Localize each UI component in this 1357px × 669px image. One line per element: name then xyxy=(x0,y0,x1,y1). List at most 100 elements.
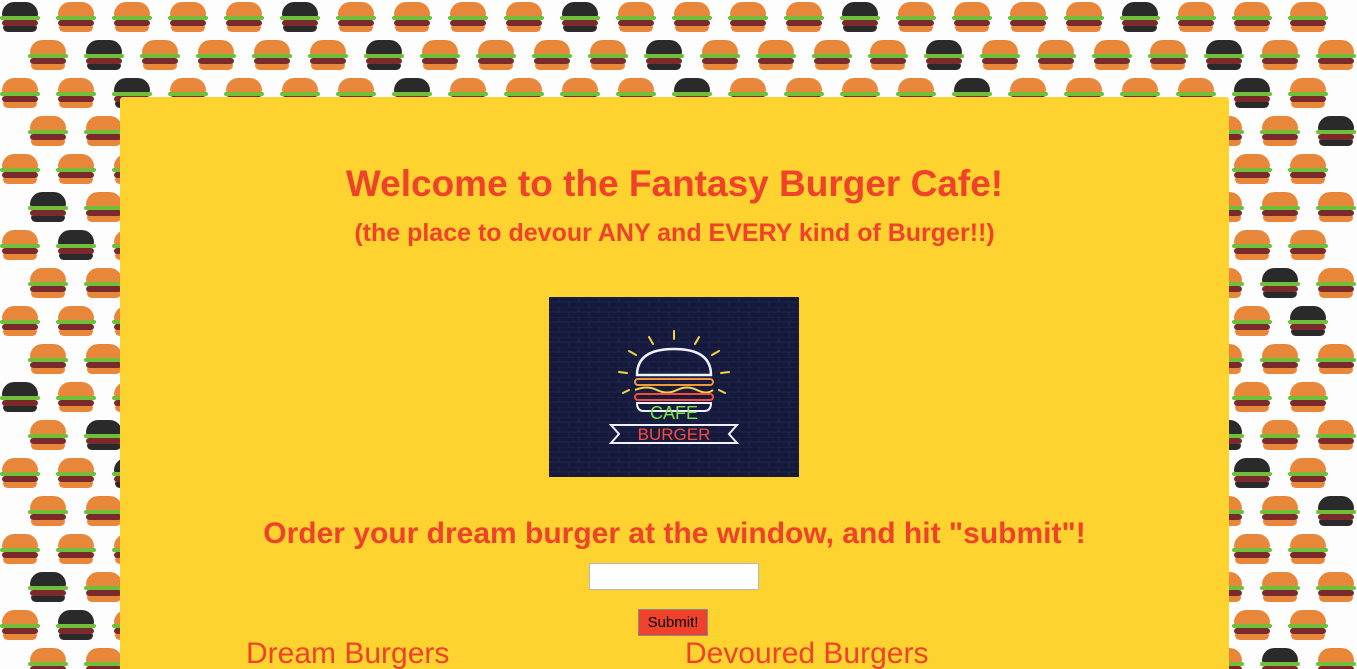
background-burger-icon xyxy=(280,2,320,32)
background-burger-icon xyxy=(1232,78,1272,108)
background-burger-icon xyxy=(308,40,348,70)
background-burger-icon xyxy=(1260,268,1300,298)
neon-sign-graphic: CAFE BURGER xyxy=(549,297,799,477)
page-title: Welcome to the Fantasy Burger Cafe! xyxy=(345,163,1004,204)
background-burger-icon xyxy=(1260,420,1300,450)
background-burger-icon xyxy=(1288,78,1328,108)
background-burger-icon xyxy=(56,306,96,336)
background-burger-icon xyxy=(0,534,40,564)
background-burger-icon xyxy=(28,648,68,669)
background-burger-icon xyxy=(896,2,936,32)
background-burger-icon xyxy=(0,306,40,336)
background-burger-icon xyxy=(1232,382,1272,412)
background-burger-icon xyxy=(1316,116,1356,146)
background-burger-icon xyxy=(84,116,124,146)
background-burger-icon xyxy=(1288,2,1328,32)
background-burger-icon xyxy=(1260,40,1300,70)
background-burger-icon xyxy=(1316,268,1356,298)
background-burger-icon xyxy=(56,458,96,488)
background-burger-icon xyxy=(0,78,40,108)
burger-name-input[interactable] xyxy=(589,563,759,590)
background-burger-icon xyxy=(28,572,68,602)
background-burger-icon xyxy=(84,572,124,602)
background-burger-icon xyxy=(1232,154,1272,184)
background-burger-icon xyxy=(28,496,68,526)
background-burger-icon xyxy=(84,192,124,222)
background-burger-icon xyxy=(868,40,908,70)
background-burger-icon xyxy=(1316,192,1356,222)
background-burger-icon xyxy=(728,2,768,32)
background-burger-icon xyxy=(1232,2,1272,32)
background-burger-icon xyxy=(0,2,40,32)
background-burger-icon xyxy=(1232,458,1272,488)
background-burger-icon xyxy=(1260,116,1300,146)
background-burger-icon xyxy=(1260,344,1300,374)
order-prompt: Order your dream burger at the window, a… xyxy=(263,517,1086,550)
background-burger-icon xyxy=(28,268,68,298)
background-burger-icon xyxy=(56,2,96,32)
background-burger-icon xyxy=(588,40,628,70)
background-burger-icon xyxy=(1036,40,1076,70)
logo-burger-text: BURGER xyxy=(638,425,711,444)
main-panel: Welcome to the Fantasy Burger Cafe! (the… xyxy=(120,97,1229,669)
background-burger-icon xyxy=(140,40,180,70)
background-burger-icon xyxy=(1260,192,1300,222)
background-burger-icon xyxy=(1148,40,1188,70)
background-burger-icon xyxy=(84,344,124,374)
background-burger-icon xyxy=(1232,230,1272,260)
background-burger-icon xyxy=(420,40,460,70)
background-burger-icon xyxy=(28,420,68,450)
background-burger-icon xyxy=(112,2,152,32)
background-burger-icon xyxy=(1260,496,1300,526)
background-burger-icon xyxy=(1232,306,1272,336)
background-burger-icon xyxy=(924,40,964,70)
background-burger-icon xyxy=(1288,382,1328,412)
background-burger-icon xyxy=(1288,610,1328,640)
background-burger-icon xyxy=(0,610,40,640)
background-burger-icon xyxy=(1316,40,1356,70)
background-burger-icon xyxy=(1176,2,1216,32)
background-burger-icon xyxy=(1260,648,1300,669)
background-burger-icon xyxy=(980,40,1020,70)
background-burger-icon xyxy=(504,2,544,32)
background-burger-icon xyxy=(616,2,656,32)
background-burger-icon xyxy=(532,40,572,70)
dream-burgers-heading: Dream Burgers xyxy=(246,637,450,669)
background-burger-icon xyxy=(560,2,600,32)
background-burger-icon xyxy=(1204,40,1244,70)
background-burger-icon xyxy=(0,154,40,184)
background-burger-icon xyxy=(196,40,236,70)
background-burger-icon xyxy=(28,40,68,70)
cafe-burger-neon-logo: CAFE BURGER xyxy=(549,297,799,477)
background-burger-icon xyxy=(84,40,124,70)
devoured-burgers-heading: Devoured Burgers xyxy=(685,637,929,669)
background-burger-icon xyxy=(1288,458,1328,488)
background-burger-icon xyxy=(56,534,96,564)
logo-cafe-text: CAFE xyxy=(650,403,698,423)
background-burger-icon xyxy=(1316,420,1356,450)
background-burger-icon xyxy=(1288,534,1328,564)
background-burger-icon xyxy=(1288,154,1328,184)
background-burger-icon xyxy=(1064,2,1104,32)
background-burger-icon xyxy=(56,154,96,184)
background-burger-icon xyxy=(28,192,68,222)
background-burger-icon xyxy=(224,2,264,32)
background-burger-icon xyxy=(364,40,404,70)
background-burger-icon xyxy=(756,40,796,70)
background-burger-icon xyxy=(28,116,68,146)
background-burger-icon xyxy=(1316,648,1356,669)
submit-button[interactable]: Submit! xyxy=(638,609,708,636)
background-burger-icon xyxy=(1260,572,1300,602)
background-burger-icon xyxy=(1232,610,1272,640)
background-burger-icon xyxy=(56,382,96,412)
background-burger-icon xyxy=(840,2,880,32)
background-burger-icon xyxy=(952,2,992,32)
background-burger-icon xyxy=(1288,230,1328,260)
background-burger-icon xyxy=(0,382,40,412)
background-burger-icon xyxy=(644,40,684,70)
background-burger-icon xyxy=(1120,2,1160,32)
background-burger-icon xyxy=(84,648,124,669)
background-burger-icon xyxy=(0,230,40,260)
background-burger-icon xyxy=(1232,534,1272,564)
background-burger-icon xyxy=(1008,2,1048,32)
